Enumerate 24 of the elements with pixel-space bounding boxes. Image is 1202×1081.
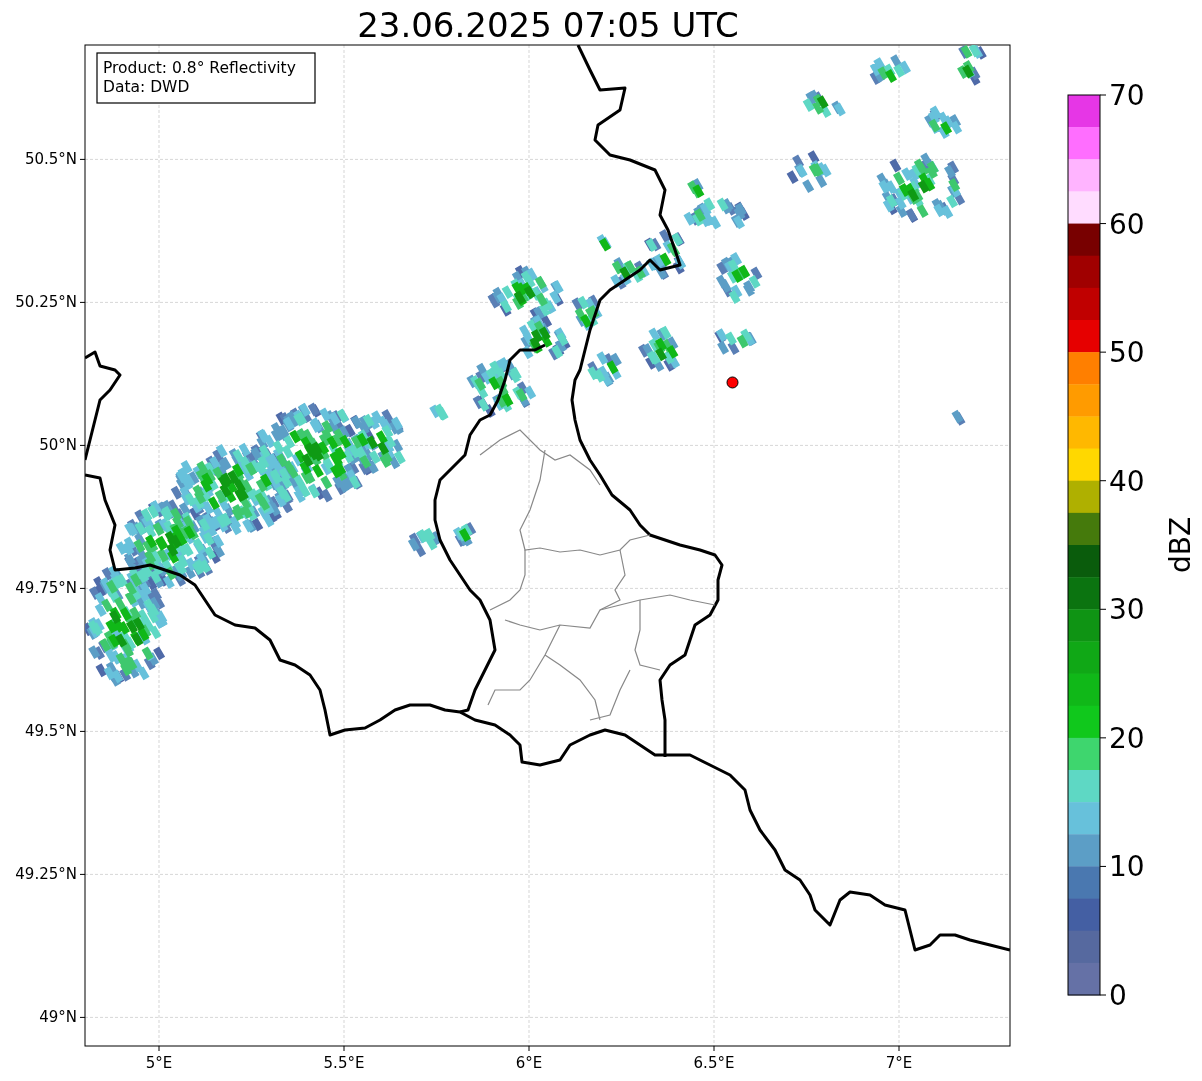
tick-label: 49.25°N xyxy=(15,865,77,884)
tick-label: 50°N xyxy=(39,436,77,455)
colorbar-tick-label: 20 xyxy=(1109,721,1145,755)
chart-title: 23.06.2025 07:05 UTC xyxy=(357,5,739,45)
colorbar-tick-label: 50 xyxy=(1109,336,1145,370)
tick-label: 5.5°E xyxy=(323,1054,365,1072)
tick-label: 50.5°N xyxy=(24,150,77,169)
tick-label: 5°E xyxy=(145,1054,173,1072)
tick-label: 50.25°N xyxy=(15,293,77,312)
colorbar-tick-label: 40 xyxy=(1109,464,1145,498)
colorbar-label: dBZ xyxy=(1164,516,1197,574)
colorbar-tick-label: 0 xyxy=(1109,979,1127,1012)
tick-label: 49°N xyxy=(39,1008,77,1027)
tick-label: 49.5°N xyxy=(24,722,77,741)
tick-label: 49.75°N xyxy=(15,579,77,598)
colorbar-tick-label: 60 xyxy=(1109,207,1145,241)
colorbar-tick-label: 70 xyxy=(1109,79,1145,112)
info-text: Product: 0.8° Reflectivity xyxy=(103,59,296,77)
colorbar-tick-label: 10 xyxy=(1109,850,1145,884)
colorbar-tick-label: 30 xyxy=(1109,593,1145,627)
tick-label: 6.5°E xyxy=(693,1054,735,1072)
tick-label: 7°E xyxy=(885,1054,913,1072)
info-text: Data: DWD xyxy=(103,78,190,96)
tick-label: 6°E xyxy=(515,1054,543,1072)
